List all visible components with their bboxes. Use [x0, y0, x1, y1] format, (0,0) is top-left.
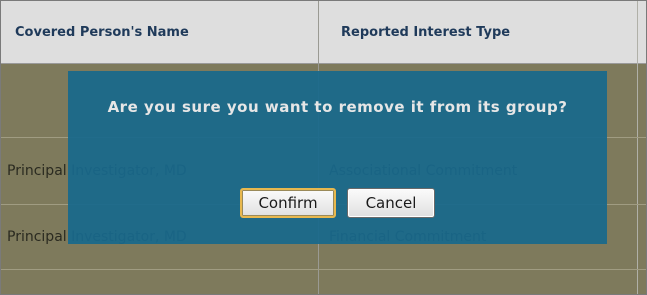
column-header-covered-person[interactable]: Covered Person's Name [15, 1, 189, 63]
confirm-remove-dialog: Are you sure you want to remove it from … [68, 71, 607, 244]
dialog-message: Are you sure you want to remove it from … [107, 98, 568, 116]
confirmation-screen: Covered Person's Name Reported Interest … [0, 0, 647, 295]
column-header-interest-type[interactable]: Reported Interest Type [341, 1, 510, 63]
table-header: Covered Person's Name Reported Interest … [1, 1, 646, 64]
column-divider [637, 1, 638, 294]
confirm-button[interactable]: Confirm [240, 188, 336, 218]
row-divider [1, 269, 646, 270]
cancel-button[interactable]: Cancel [347, 188, 435, 218]
